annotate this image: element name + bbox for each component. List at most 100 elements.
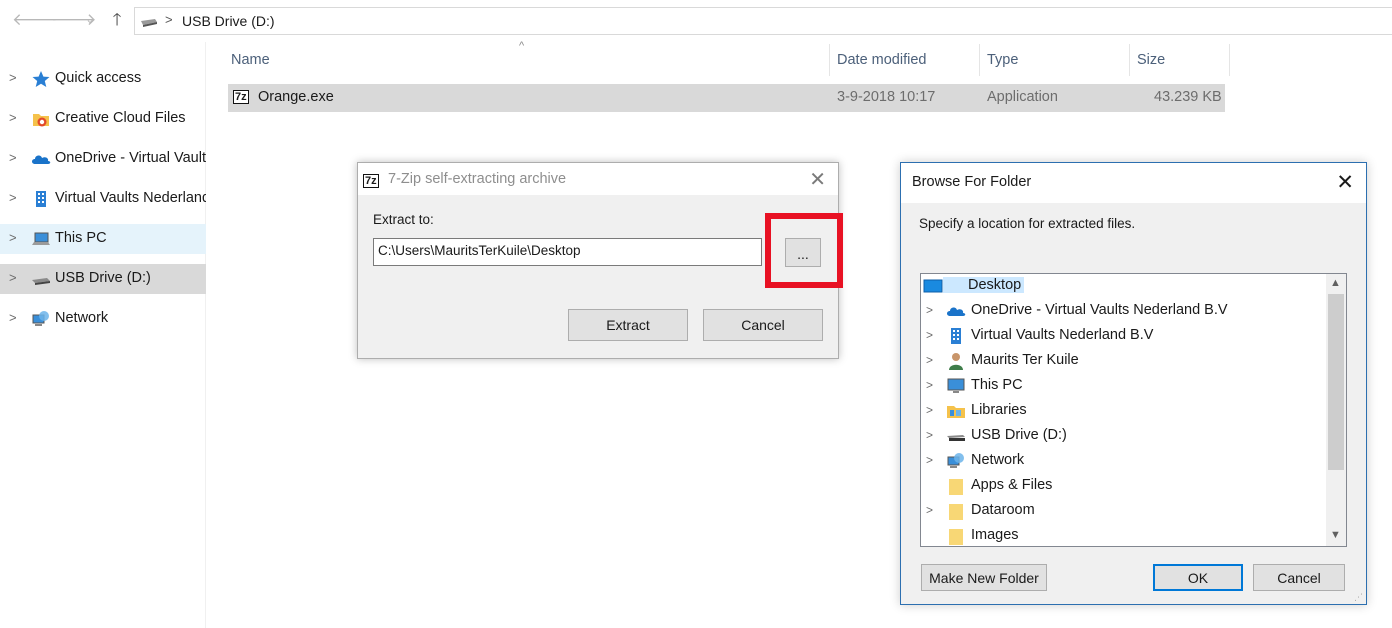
tree-item-libraries[interactable]: > Libraries <box>921 399 1327 424</box>
address-field[interactable]: > USB Drive (D:) <box>134 7 1392 35</box>
chevron-right-icon[interactable]: > <box>9 270 17 285</box>
tree-item-images[interactable]: Images <box>921 524 1327 546</box>
network-icon <box>32 311 49 326</box>
folder-icon <box>949 529 963 545</box>
tree-scrollbar[interactable]: ▲ ▼ <box>1326 274 1346 546</box>
highlight-annotation-box <box>765 213 843 288</box>
sidebar-item-label: USB Drive (D:) <box>55 270 151 286</box>
file-size: 43.239 KB <box>1154 89 1222 105</box>
resize-grip-icon[interactable]: ⋰ <box>1354 592 1364 602</box>
dialog-title-bar[interactable]: 7z 7-Zip self-extracting archive ✕ <box>358 163 838 195</box>
tree-item-label: Apps & Files <box>971 477 1053 493</box>
sidebar-item-label: OneDrive - Virtual Vaults Nederland B.V <box>55 150 206 166</box>
column-header-date-modified[interactable]: Date modified <box>834 44 979 76</box>
chevron-right-icon[interactable]: > <box>9 230 17 245</box>
tree-item-onedrive[interactable]: > OneDrive - Virtual Vaults Nederland B.… <box>921 299 1327 324</box>
sidebar-item-virtual-vaults[interactable]: > Virtual Vaults Nederland B.V <box>0 184 206 214</box>
tree-item-dataroom[interactable]: > Dataroom <box>921 499 1327 524</box>
onedrive-cloud-icon <box>947 307 966 316</box>
close-icon[interactable]: ✕ <box>809 167 826 192</box>
usb-drive-icon <box>141 19 157 27</box>
chevron-right-icon[interactable]: > <box>9 110 17 125</box>
close-icon[interactable]: ✕ <box>1336 170 1354 195</box>
chevron-right-icon[interactable]: > <box>926 428 933 442</box>
ok-button[interactable]: OK <box>1153 564 1243 591</box>
column-header-name[interactable]: Name <box>228 44 829 76</box>
dialog-title: Browse For Folder <box>912 174 1032 190</box>
network-icon <box>947 453 964 468</box>
column-divider[interactable] <box>1129 44 1130 76</box>
file-type: Application <box>987 89 1058 105</box>
tree-item-label: USB Drive (D:) <box>971 427 1067 443</box>
scrollbar-thumb[interactable] <box>1328 294 1344 470</box>
7zip-file-icon: 7z <box>233 90 249 104</box>
sidebar-item-onedrive[interactable]: > OneDrive - Virtual Vaults Nederland B.… <box>0 144 206 174</box>
tree-item-label: Dataroom <box>971 502 1035 518</box>
building-icon <box>36 191 46 207</box>
chevron-right-icon[interactable]: > <box>926 378 933 392</box>
file-row-orange-exe[interactable]: 7z Orange.exe 3-9-2018 10:17 Application… <box>228 84 1225 112</box>
computer-icon <box>947 378 965 393</box>
dialog-title-bar[interactable]: Browse For Folder ✕ <box>901 163 1366 203</box>
folder-icon <box>949 479 963 495</box>
tree-item-network[interactable]: > Network <box>921 449 1327 474</box>
breadcrumb-usb-drive[interactable]: USB Drive (D:) <box>182 13 275 29</box>
tree-item-desktop[interactable]: Desktop <box>921 274 1327 299</box>
file-name: Orange.exe <box>258 89 334 105</box>
chevron-right-icon[interactable]: > <box>9 310 17 325</box>
column-divider[interactable] <box>979 44 980 76</box>
tree-item-label: Desktop <box>943 277 1025 293</box>
chevron-right-icon[interactable]: > <box>9 150 17 165</box>
tree-item-usb-drive[interactable]: > USB Drive (D:) <box>921 424 1327 449</box>
chevron-right-icon[interactable]: > <box>9 190 17 205</box>
navigation-pane: > Quick access > Creative Cloud Files > … <box>0 42 206 628</box>
breadcrumb-separator[interactable]: > <box>165 12 173 27</box>
sidebar-item-this-pc[interactable]: > This PC <box>0 224 206 254</box>
column-divider[interactable] <box>829 44 830 76</box>
up-button[interactable]: 🡑 <box>106 8 128 32</box>
tree-item-label: Virtual Vaults Nederland B.V <box>971 327 1154 343</box>
chevron-right-icon[interactable]: > <box>926 328 933 342</box>
sidebar-item-quick-access[interactable]: > Quick access <box>0 64 206 94</box>
sidebar-item-creative-cloud[interactable]: > Creative Cloud Files <box>0 104 206 134</box>
chevron-down-icon: ⌄ <box>85 14 95 26</box>
chevron-right-icon[interactable]: > <box>926 453 933 467</box>
chevron-right-icon[interactable]: > <box>926 403 933 417</box>
column-header-type[interactable]: Type <box>984 44 1129 76</box>
recent-locations-button[interactable]: ⌄ <box>82 8 98 32</box>
make-new-folder-button[interactable]: Make New Folder <box>921 564 1047 591</box>
dialog-title: 7-Zip self-extracting archive <box>388 171 567 187</box>
column-header-size[interactable]: Size <box>1134 44 1229 76</box>
user-icon <box>949 353 963 370</box>
sidebar-item-network[interactable]: > Network <box>0 304 206 334</box>
tree-item-label: OneDrive - Virtual Vaults Nederland B.V <box>971 302 1228 318</box>
cancel-button[interactable]: Cancel <box>703 309 823 341</box>
forward-button[interactable]: 🡒 <box>51 8 97 32</box>
libraries-icon <box>947 406 965 418</box>
tree-item-user[interactable]: > Maurits Ter Kuile <box>921 349 1327 374</box>
extract-path-input[interactable]: C:\Users\MauritsTerKuile\Desktop <box>373 238 762 266</box>
chevron-up-icon[interactable]: ▲ <box>1330 277 1341 289</box>
extract-button[interactable]: Extract <box>568 309 688 341</box>
folder-tree[interactable]: Desktop > OneDrive - Virtual Vaults Nede… <box>920 273 1347 547</box>
tree-item-label: Libraries <box>971 402 1027 418</box>
sidebar-item-label: Virtual Vaults Nederland B.V <box>55 190 206 206</box>
chevron-right-icon[interactable]: > <box>926 503 933 517</box>
tree-item-this-pc[interactable]: > This PC <box>921 374 1327 399</box>
cancel-button[interactable]: Cancel <box>1253 564 1345 591</box>
chevron-down-icon[interactable]: ▼ <box>1330 529 1341 541</box>
usb-drive-icon <box>32 278 50 285</box>
chevron-right-icon[interactable]: > <box>9 70 17 85</box>
tree-item-apps-files[interactable]: Apps & Files <box>921 474 1327 499</box>
computer-icon <box>32 232 50 245</box>
column-divider[interactable] <box>1229 44 1230 76</box>
chevron-right-icon[interactable]: > <box>926 353 933 367</box>
tree-item-virtual-vaults[interactable]: > Virtual Vaults Nederland B.V <box>921 324 1327 349</box>
onedrive-cloud-icon <box>32 155 51 164</box>
browse-for-folder-dialog: Browse For Folder ✕ Specify a location f… <box>900 162 1367 605</box>
extract-to-label: Extract to: <box>373 212 434 227</box>
chevron-right-icon[interactable]: > <box>926 303 933 317</box>
back-button[interactable]: 🡐 <box>12 8 58 32</box>
sidebar-item-usb-drive[interactable]: > USB Drive (D:) <box>0 264 206 294</box>
address-bar: 🡐 🡒 ⌄ 🡑 > USB Drive (D:) <box>0 0 1392 42</box>
